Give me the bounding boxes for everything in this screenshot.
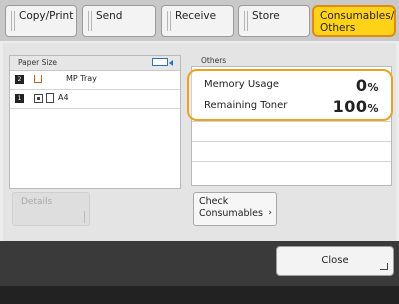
divider bbox=[192, 141, 391, 142]
divider bbox=[192, 121, 391, 122]
close-label: Close bbox=[321, 255, 349, 266]
paper-size-panel: Paper Size 2 MP Tray 1 A4 bbox=[9, 55, 181, 189]
tab-store[interactable]: Store bbox=[238, 5, 310, 37]
tab-label: Send bbox=[96, 10, 123, 22]
remaining-toner-label: Remaining Toner bbox=[204, 100, 288, 111]
divider bbox=[192, 161, 391, 162]
tab-grip bbox=[244, 11, 248, 31]
remaining-toner-unit: % bbox=[367, 102, 379, 115]
remaining-toner-value: 100% bbox=[333, 97, 379, 116]
paper-row[interactable]: 1 A4 bbox=[10, 90, 180, 109]
drawer-number-icon: 1 bbox=[15, 94, 24, 103]
tab-label: Receive bbox=[175, 10, 217, 22]
remaining-toner-number: 100 bbox=[332, 97, 368, 116]
check-consumables-label: Check Consumables bbox=[199, 196, 276, 220]
check-consumables-button[interactable]: Check Consumables › bbox=[193, 192, 277, 226]
paper-icon bbox=[46, 93, 54, 103]
drawer-icon bbox=[34, 94, 43, 103]
details-label: Details bbox=[21, 197, 53, 207]
tab-receive[interactable]: Receive bbox=[161, 5, 234, 37]
chevron-right-icon: › bbox=[268, 208, 272, 218]
tab-grip bbox=[88, 11, 92, 31]
tab-grip bbox=[11, 11, 15, 31]
tab-bar: Copy/Print Send Receive Store Consumable… bbox=[0, 0, 399, 41]
paper-source-name: A4 bbox=[58, 93, 69, 102]
tab-consumables-others[interactable]: Consumables/ Others bbox=[312, 5, 396, 37]
footer-strip bbox=[0, 286, 399, 304]
tab-copy-print[interactable]: Copy/Print bbox=[5, 5, 77, 37]
details-button[interactable]: Details bbox=[12, 192, 90, 226]
screen: Copy/Print Send Receive Store Consumable… bbox=[0, 0, 399, 304]
tab-label: Store bbox=[252, 10, 280, 22]
tab-grip bbox=[167, 11, 171, 31]
tab-label: Copy/Print bbox=[19, 10, 74, 22]
paper-row[interactable]: 2 MP Tray bbox=[10, 71, 180, 90]
tab-label: Consumables/ Others bbox=[320, 10, 395, 34]
paper-source-name: MP Tray bbox=[66, 74, 97, 83]
tab-send[interactable]: Send bbox=[82, 5, 156, 37]
mp-tray-icon bbox=[34, 75, 42, 83]
memory-usage-value: 0% bbox=[356, 76, 379, 95]
memory-usage-unit: % bbox=[367, 81, 379, 94]
memory-usage-label: Memory Usage bbox=[204, 79, 280, 90]
memory-usage-row: Memory Usage 0% bbox=[204, 76, 379, 95]
memory-usage-number: 0 bbox=[355, 76, 368, 95]
collapse-icon[interactable] bbox=[152, 58, 168, 66]
button-edge-mark bbox=[84, 211, 86, 223]
others-title: Others bbox=[201, 56, 227, 65]
remaining-toner-row: Remaining Toner 100% bbox=[204, 97, 379, 116]
return-icon bbox=[380, 263, 388, 270]
close-button[interactable]: Close bbox=[276, 246, 394, 276]
drawer-number-icon: 2 bbox=[15, 75, 24, 84]
paper-size-title: Paper Size bbox=[18, 58, 58, 67]
check-consumables-text: Check Consumables bbox=[199, 196, 263, 219]
paper-size-header: Paper Size bbox=[10, 56, 180, 71]
